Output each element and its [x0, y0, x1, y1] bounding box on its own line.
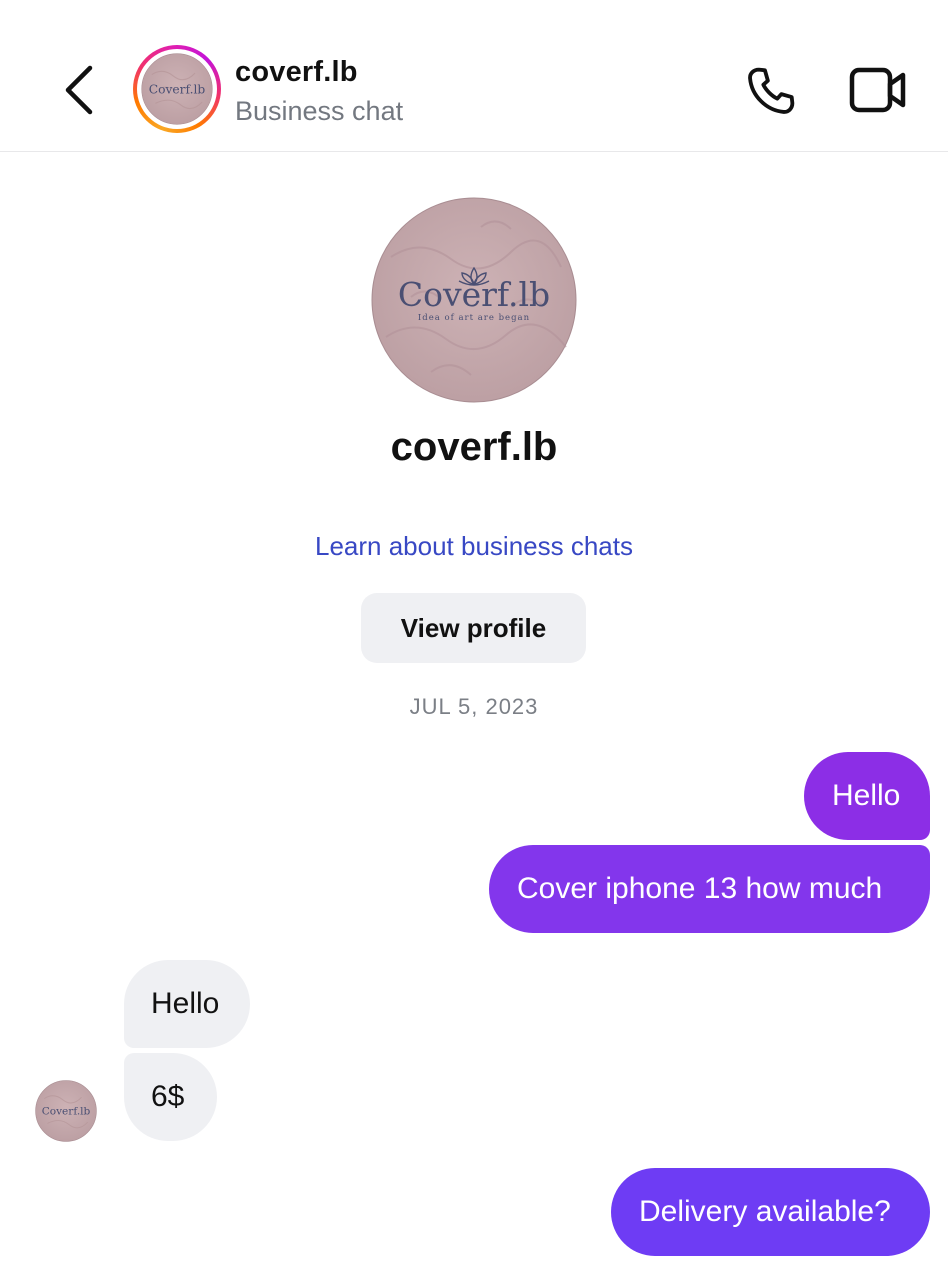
- outgoing-message[interactable]: Cover iphone 13 how much: [489, 845, 930, 933]
- phone-icon: [748, 67, 795, 114]
- svg-text:Idea of art are began: Idea of art are began: [418, 313, 530, 323]
- chevron-left-icon: [65, 65, 93, 115]
- header-title[interactable]: coverf.lb: [235, 56, 358, 89]
- incoming-message[interactable]: Hello: [124, 960, 250, 1048]
- svg-text:Coverf.lb: Coverf.lb: [398, 275, 550, 314]
- outgoing-message[interactable]: Delivery available?: [611, 1168, 930, 1256]
- svg-text:Coverf.lb: Coverf.lb: [42, 1106, 91, 1118]
- audio-call-button[interactable]: [744, 64, 798, 118]
- chat-header: Coverf.lb coverf.lb Business chat: [0, 0, 948, 152]
- profile-name: coverf.lb: [390, 425, 558, 469]
- back-button[interactable]: [58, 62, 102, 118]
- video-call-button[interactable]: [848, 64, 908, 116]
- learn-business-chats-link[interactable]: Learn about business chats: [0, 531, 948, 562]
- header-avatar[interactable]: Coverf.lb: [133, 45, 221, 133]
- header-subtitle: Business chat: [235, 96, 404, 126]
- video-camera-icon: [849, 67, 906, 113]
- outgoing-message[interactable]: Hello: [804, 752, 930, 840]
- svg-text:Coverf.lb: Coverf.lb: [149, 82, 206, 96]
- view-profile-button[interactable]: View profile: [361, 593, 586, 663]
- incoming-message[interactable]: 6$: [124, 1053, 217, 1141]
- sender-avatar[interactable]: Coverf.lb: [35, 1080, 97, 1142]
- profile-avatar[interactable]: Coverf.lb Idea of art are began: [371, 197, 577, 403]
- date-separator: JUL 5, 2023: [409, 694, 539, 719]
- coverf-logo-avatar: Coverf.lb: [141, 53, 213, 125]
